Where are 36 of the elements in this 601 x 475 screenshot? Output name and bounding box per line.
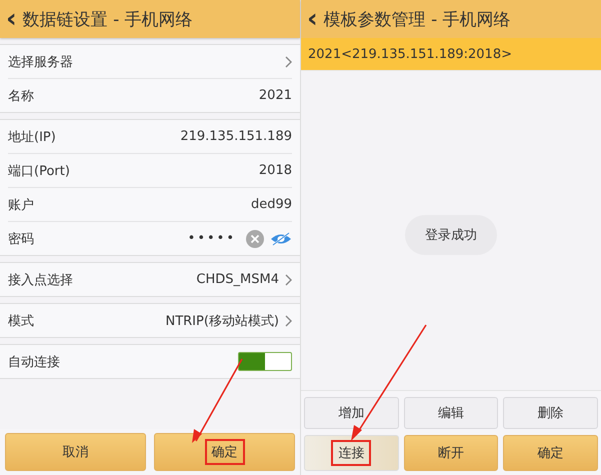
template-item[interactable]: 2021<219.135.151.189:2018> — [301, 38, 601, 71]
button[interactable]: 确定 — [503, 435, 598, 471]
button[interactable]: 编辑 — [404, 397, 498, 429]
setting-label: 模式 — [8, 312, 34, 330]
button[interactable]: 断开 — [404, 435, 498, 471]
chevron-icon — [285, 56, 292, 68]
setting-label: 账户 — [8, 196, 34, 214]
button[interactable]: 删除 — [503, 397, 598, 429]
toggle-switch[interactable] — [238, 352, 292, 371]
setting-value: 219.135.151.189 — [180, 129, 292, 144]
chevron-icon — [285, 274, 292, 286]
setting-label: 地址(IP) — [8, 128, 56, 146]
button[interactable]: 增加 — [304, 397, 399, 429]
hidden-eye-icon — [270, 232, 292, 246]
setting-label: 端口(Port) — [8, 162, 70, 180]
back-button[interactable]: ‹ — [4, 6, 19, 32]
setting-label: 自动连接 — [8, 354, 60, 370]
setting-value: 2018 — [258, 163, 292, 178]
screen-title: 数据链设置 - 手机网络 — [22, 8, 193, 30]
setting-value: 2021 — [258, 88, 292, 103]
chevron-icon — [285, 314, 292, 326]
setting-value: CHDS_MSM4 — [196, 272, 279, 287]
password-field[interactable]: ••••• — [188, 231, 240, 246]
button[interactable]: 连接 — [304, 435, 399, 471]
screen-title: 模板参数管理 - 手机网络 — [324, 8, 511, 30]
back-button[interactable]: ‹ — [305, 6, 320, 32]
setting-value: NTRIP(移动站模式) — [165, 312, 279, 330]
setting-label: 选择服务器 — [8, 54, 73, 70]
setting-label: 接入点选择 — [8, 272, 73, 288]
setting-value: ded99 — [250, 197, 292, 212]
setting-label: 名称 — [8, 88, 34, 104]
setting-label: 密码 — [8, 230, 34, 248]
button[interactable]: 取消 — [5, 433, 146, 471]
clear-icon — [246, 230, 264, 248]
toast-message: 登录成功 — [405, 215, 497, 255]
button[interactable]: 确定 — [154, 433, 295, 471]
